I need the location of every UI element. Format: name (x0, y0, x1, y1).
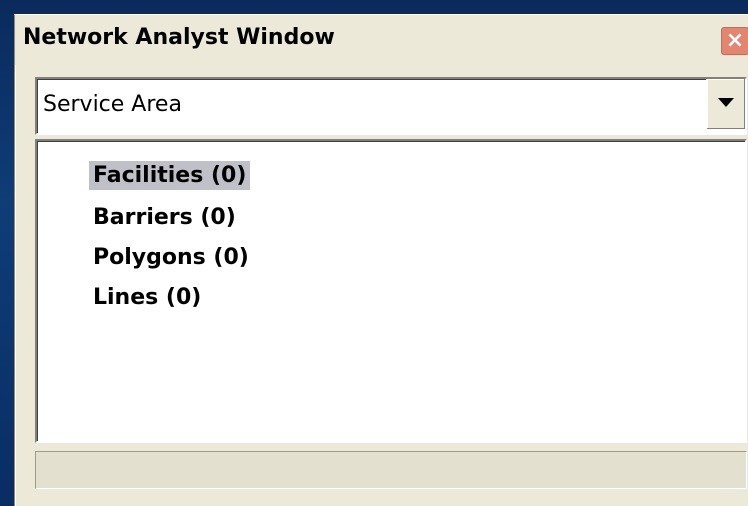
status-bar (35, 451, 747, 489)
tree-item-facilities[interactable]: Facilities (0) (89, 161, 251, 190)
tree-item-lines[interactable]: Lines (0) (89, 283, 205, 312)
window-title: Network Analyst Window (23, 25, 335, 50)
close-button[interactable]: × (721, 27, 748, 55)
dropdown-button[interactable] (706, 79, 745, 129)
dropdown-selected-value: Service Area (43, 92, 182, 117)
close-icon: × (725, 28, 745, 53)
network-analyst-window: Network Analyst Window × Service Area Fa… (14, 14, 748, 506)
title-bar[interactable]: Network Analyst Window × (15, 15, 748, 65)
chevron-down-icon (718, 98, 734, 107)
network-analysis-tree: Facilities (0) Barriers (0) Polygons (0)… (35, 139, 747, 443)
analysis-layer-dropdown[interactable]: Service Area (35, 77, 747, 135)
tree-item-barriers[interactable]: Barriers (0) (89, 203, 240, 232)
tree-item-polygons[interactable]: Polygons (0) (89, 243, 253, 272)
